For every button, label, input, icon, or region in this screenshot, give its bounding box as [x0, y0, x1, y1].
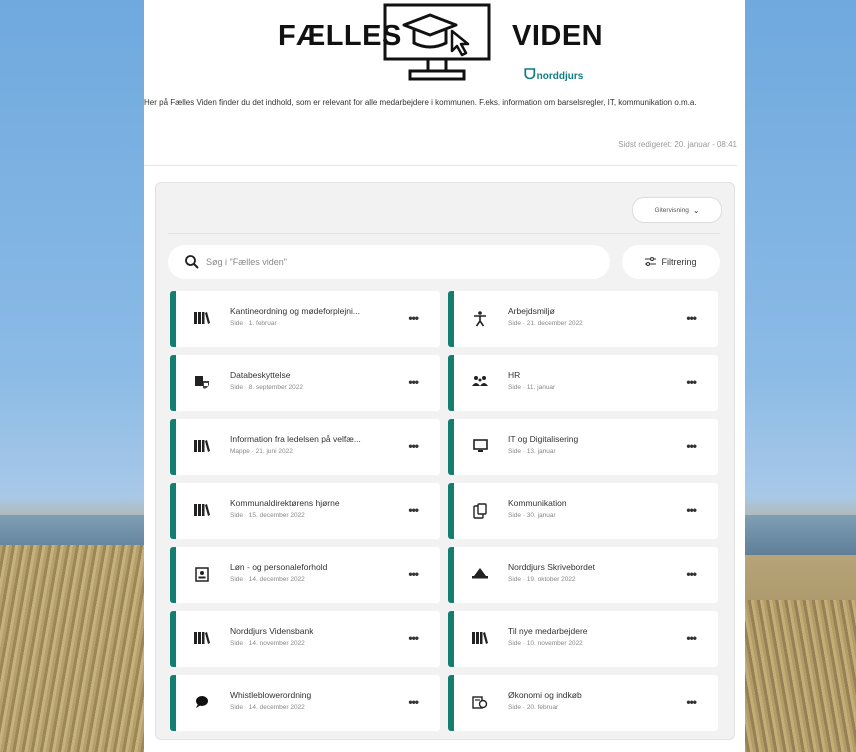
content-card[interactable]: Whistleblowerordning Side · 14. december … — [170, 675, 440, 731]
card-title[interactable]: Kantineordning og mødeforplejni... — [230, 306, 360, 316]
brand-name: norddjurs — [536, 71, 584, 82]
more-options-button[interactable]: ••• — [408, 695, 419, 709]
more-options-button[interactable]: ••• — [686, 311, 697, 325]
computer-graduation-icon — [383, 3, 491, 81]
search-icon — [185, 255, 199, 269]
norddjurs-mark-icon: ᗜ — [524, 66, 536, 82]
card-title[interactable]: Kommunaldirektørens hjørne — [230, 498, 340, 508]
more-options-button[interactable]: ••• — [408, 375, 419, 389]
card-title[interactable]: Til nye medarbejdere — [508, 626, 588, 636]
card-title[interactable]: Norddjurs Vidensbank — [230, 626, 313, 636]
content-card[interactable]: Databeskyttelse Side · 8. september 2022 •… — [170, 355, 440, 411]
more-options-button[interactable]: ••• — [686, 567, 697, 581]
card-title[interactable]: HR — [508, 370, 520, 380]
search-input[interactable]: Søg i "Fælles viden" — [168, 245, 610, 279]
card-meta: Side · 10. november 2022 — [508, 640, 583, 647]
content-card[interactable]: Arbejdsmiljø Side · 21. december 2022 ••• — [448, 291, 718, 347]
more-options-button[interactable]: ••• — [686, 695, 697, 709]
library-icon — [194, 631, 210, 647]
monitor-icon — [472, 439, 488, 455]
more-options-button[interactable]: ••• — [686, 439, 697, 453]
library-icon — [194, 503, 210, 519]
desk-icon — [472, 567, 488, 583]
content-card[interactable]: Information fra ledelsen på velfæ... Mapp… — [170, 419, 440, 475]
card-meta: Side · 14. december 2022 — [230, 576, 305, 583]
more-options-button[interactable]: ••• — [408, 631, 419, 645]
library-icon — [194, 439, 210, 455]
money-icon — [472, 695, 488, 711]
id-card-icon — [194, 567, 210, 583]
page-content: FÆLLES VIDEN ᗜnorddjurs Her på Fælles Vi… — [144, 0, 745, 752]
view-toggle-button[interactable]: Gitervisning ⌄ — [632, 197, 722, 223]
content-card[interactable]: Kommunaldirektørens hjørne Side · 15. dec… — [170, 483, 440, 539]
card-meta: Side · 8. september 2022 — [230, 384, 303, 391]
accessibility-icon — [472, 311, 488, 327]
library-icon — [194, 311, 210, 327]
card-meta: Side · 14. november 2022 — [230, 640, 305, 647]
card-meta: Side · 1. februar — [230, 320, 277, 327]
content-card[interactable]: IT og Digitalisering Side · 13. januar ••• — [448, 419, 718, 475]
content-card[interactable]: Norddjurs Vidensbank Side · 14. november … — [170, 611, 440, 667]
divider — [168, 233, 720, 234]
people-icon — [472, 375, 488, 391]
content-card[interactable]: HR Side · 11. januar ••• — [448, 355, 718, 411]
filter-label: Filtrering — [661, 257, 697, 267]
data-protection-icon — [194, 375, 210, 391]
card-title[interactable]: Databeskyttelse — [230, 370, 290, 380]
filter-icon — [645, 257, 657, 266]
card-meta: Side · 14. december 2022 — [230, 704, 305, 711]
card-title[interactable]: Løn - og personaleforhold — [230, 562, 327, 572]
background-grass-right — [744, 600, 856, 752]
background-grass-left — [0, 545, 160, 752]
view-toggle-label: Gitervisning — [654, 206, 689, 214]
card-meta: Side · 20. februar — [508, 704, 559, 711]
divider — [144, 165, 737, 166]
banner-word-right: VIDEN — [512, 20, 604, 52]
more-options-button[interactable]: ••• — [408, 311, 419, 325]
more-options-button[interactable]: ••• — [408, 503, 419, 517]
more-options-button[interactable]: ••• — [686, 631, 697, 645]
content-card[interactable]: Norddjurs Skrivebordet Side · 19. oktober… — [448, 547, 718, 603]
more-options-button[interactable]: ••• — [686, 375, 697, 389]
more-options-button[interactable]: ••• — [408, 567, 419, 581]
card-meta: Side · 11. januar — [508, 384, 556, 391]
card-meta: Side · 13. januar — [508, 448, 556, 455]
brand-logo: ᗜnorddjurs — [524, 66, 583, 83]
highlighted-content-webpart: Gitervisning ⌄ Søg i "Fælles viden" Filt… — [155, 182, 735, 740]
card-title[interactable]: Information fra ledelsen på velfæ... — [230, 434, 361, 444]
card-title[interactable]: Norddjurs Skrivebordet — [508, 562, 595, 572]
chevron-down-icon: ⌄ — [692, 205, 700, 215]
card-meta: Mappe · 21. juni 2022 — [230, 448, 293, 455]
library-icon — [472, 631, 488, 647]
intro-text: Her på Fælles Viden finder du det indhol… — [144, 98, 697, 107]
card-title[interactable]: Whistleblowerordning — [230, 690, 311, 700]
card-meta: Side · 19. oktober 2022 — [508, 576, 576, 583]
more-options-button[interactable]: ••• — [408, 439, 419, 453]
clipboard-icon — [472, 503, 488, 519]
content-card[interactable]: Kantineordning og mødeforplejni... Side ·… — [170, 291, 440, 347]
content-card[interactable]: Økonomi og indkøb Side · 20. februar ••• — [448, 675, 718, 731]
card-title[interactable]: Kommunikation — [508, 498, 567, 508]
search-placeholder: Søg i "Fælles viden" — [206, 257, 287, 267]
card-meta: Side · 30. januar — [508, 512, 556, 519]
speech-bubble-icon — [194, 695, 210, 711]
card-meta: Side · 15. december 2022 — [230, 512, 305, 519]
filter-button[interactable]: Filtrering — [622, 245, 720, 279]
last-edited: Sidst redigeret: 20. januar - 08:41 — [618, 140, 737, 149]
more-options-button[interactable]: ••• — [686, 503, 697, 517]
card-meta: Side · 21. december 2022 — [508, 320, 583, 327]
banner: FÆLLES VIDEN ᗜnorddjurs — [144, 0, 745, 96]
content-card[interactable]: Løn - og personaleforhold Side · 14. dece… — [170, 547, 440, 603]
card-title[interactable]: Økonomi og indkøb — [508, 690, 582, 700]
content-card[interactable]: Til nye medarbejdere Side · 10. november … — [448, 611, 718, 667]
content-card[interactable]: Kommunikation Side · 30. januar ••• — [448, 483, 718, 539]
card-title[interactable]: Arbejdsmiljø — [508, 306, 555, 316]
card-title[interactable]: IT og Digitalisering — [508, 434, 578, 444]
